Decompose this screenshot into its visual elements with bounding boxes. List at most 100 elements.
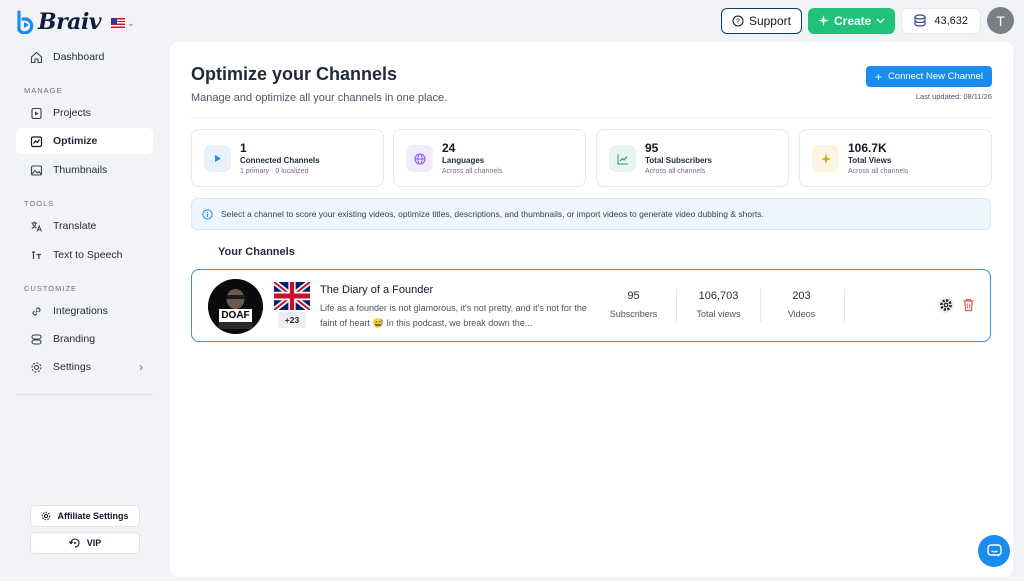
chevron-down-icon: ⌄	[127, 17, 135, 28]
sparkle-icon	[817, 15, 829, 26]
stat-card-connected-channels: 1 Connected Channels 1 primary · 0 local…	[191, 129, 384, 187]
stat-card-total-views: 106.7K Total Views Across all channels	[799, 129, 992, 187]
metric-divider	[676, 289, 677, 322]
stat-sub: Across all channels	[645, 168, 706, 175]
sidebar-item-label: Thumbnails	[53, 164, 108, 176]
sidebar: Dashboard MANAGE Projects Optimize Thumb…	[0, 42, 168, 581]
info-text: Select a channel to score your existing …	[221, 209, 764, 219]
sparkle-icon	[812, 145, 839, 172]
chevron-down-icon	[876, 18, 885, 23]
sidebar-item-label: Branding	[53, 333, 96, 345]
play-icon	[204, 145, 231, 172]
connect-label: Connect New Channel	[887, 71, 983, 82]
create-button[interactable]: Create	[807, 7, 896, 34]
sidebar-item-text-to-speech[interactable]: Text to Speech	[16, 242, 153, 268]
metric-value: 106,703	[698, 290, 739, 302]
chart-icon	[30, 135, 43, 147]
rotate-icon	[68, 538, 80, 548]
last-updated: Last updated: 08/11/26	[915, 92, 992, 101]
extra-languages-badge[interactable]: +23	[278, 312, 306, 328]
vip-label: VIP	[86, 538, 102, 548]
stat-value: 24	[442, 141, 456, 155]
stat-value: 106.7K	[848, 141, 887, 155]
sidebar-divider	[16, 394, 153, 395]
sidebar-item-optimize[interactable]: Optimize	[16, 128, 153, 154]
support-label: Support	[748, 13, 791, 28]
stat-sub: Across all channels	[442, 168, 503, 175]
metric-label: Total views	[696, 309, 741, 319]
metric-subscribers: 95 Subscribers	[601, 290, 666, 319]
stat-label: Languages	[442, 156, 485, 165]
uk-flag-icon	[274, 282, 310, 310]
stat-card-total-subscribers: 95 Total Subscribers Across all channels	[596, 129, 789, 187]
support-button[interactable]: ? Support	[720, 7, 802, 34]
connect-new-channel-button[interactable]: + Connect New Channel	[865, 66, 992, 87]
chat-support-button[interactable]	[978, 535, 1010, 567]
page-title: Optimize your Channels	[191, 64, 398, 84]
trend-icon	[609, 145, 636, 172]
vip-button[interactable]: VIP	[30, 532, 140, 554]
metric-divider	[760, 289, 761, 322]
credits-balance[interactable]: 43,632	[901, 7, 981, 34]
metric-value: 203	[792, 290, 811, 302]
main-panel: Optimize your Channels Manage and optimi…	[170, 42, 1013, 577]
channel-logo-text: DOAF	[221, 310, 250, 321]
sidebar-item-thumbnails[interactable]: Thumbnails	[16, 157, 153, 183]
coins-icon	[914, 14, 926, 27]
credits-value: 43,632	[934, 14, 968, 27]
info-banner: Select a channel to score your existing …	[191, 198, 991, 230]
plus-icon: +	[874, 69, 882, 84]
stat-label: Total Subscribers	[645, 156, 712, 165]
metric-value: 95	[627, 290, 640, 302]
sidebar-item-projects[interactable]: Projects	[16, 100, 153, 126]
sidebar-item-translate[interactable]: Translate	[16, 213, 153, 239]
metric-videos: 203 Videos	[769, 290, 834, 319]
link-icon	[32, 306, 41, 316]
sidebar-item-label: Dashboard	[53, 51, 105, 63]
image-icon	[30, 164, 43, 176]
globe-icon	[406, 145, 433, 172]
channel-avatar: DOAF	[208, 279, 263, 334]
us-flag-icon	[111, 18, 126, 28]
translate-icon	[31, 221, 42, 232]
chevron-right-icon: ›	[139, 360, 143, 374]
gear-icon	[31, 361, 42, 373]
stat-sub: Across all channels	[848, 168, 909, 175]
sidebar-item-integrations[interactable]: Integrations	[16, 298, 153, 324]
language-selector[interactable]: ⌄	[111, 18, 135, 29]
affiliate-settings-button[interactable]: Affiliate Settings	[30, 505, 140, 527]
gear-icon	[42, 511, 51, 521]
braiv-logo-icon	[17, 10, 34, 34]
section-tools: TOOLS	[24, 199, 55, 208]
sidebar-item-label: Translate	[53, 220, 97, 232]
layers-icon	[31, 333, 42, 345]
create-label: Create	[833, 13, 872, 28]
metric-divider	[844, 289, 845, 322]
stat-value: 1	[240, 141, 247, 155]
trash-icon[interactable]	[962, 298, 975, 312]
stat-label: Connected Channels	[240, 156, 320, 165]
top-bar: Braiv ⌄ ? Support Create 43,632 T	[0, 0, 1024, 42]
sidebar-item-label: Integrations	[53, 305, 108, 317]
channel-name: The Diary of a Founder	[320, 284, 434, 296]
stat-value: 95	[645, 141, 659, 155]
sidebar-item-branding[interactable]: Branding	[16, 326, 153, 352]
gear-icon[interactable]	[937, 296, 955, 314]
svg-text:?: ?	[736, 18, 740, 25]
stat-sub: 1 primary · 0 localized	[240, 168, 309, 175]
section-manage: MANAGE	[24, 86, 63, 95]
help-icon: ?	[732, 15, 744, 26]
brand-logo[interactable]: Braiv ⌄	[16, 9, 135, 35]
metric-views: 106,703 Total views	[682, 290, 755, 319]
section-customize: CUSTOMIZE	[24, 284, 78, 293]
sidebar-item-dashboard[interactable]: Dashboard	[16, 44, 153, 70]
sidebar-item-label: Optimize	[53, 135, 98, 147]
channel-card[interactable]: DOAF +23 The Diary of a Founder Life as …	[191, 269, 991, 342]
user-avatar[interactable]: T	[987, 7, 1014, 34]
channel-description: Life as a founder is not glamorous, it's…	[320, 303, 587, 328]
sidebar-item-settings[interactable]: Settings ›	[16, 354, 153, 380]
sidebar-item-label: Settings	[53, 361, 91, 373]
video-file-icon	[31, 107, 42, 119]
affiliate-label: Affiliate Settings	[57, 511, 129, 521]
home-icon	[30, 51, 43, 63]
